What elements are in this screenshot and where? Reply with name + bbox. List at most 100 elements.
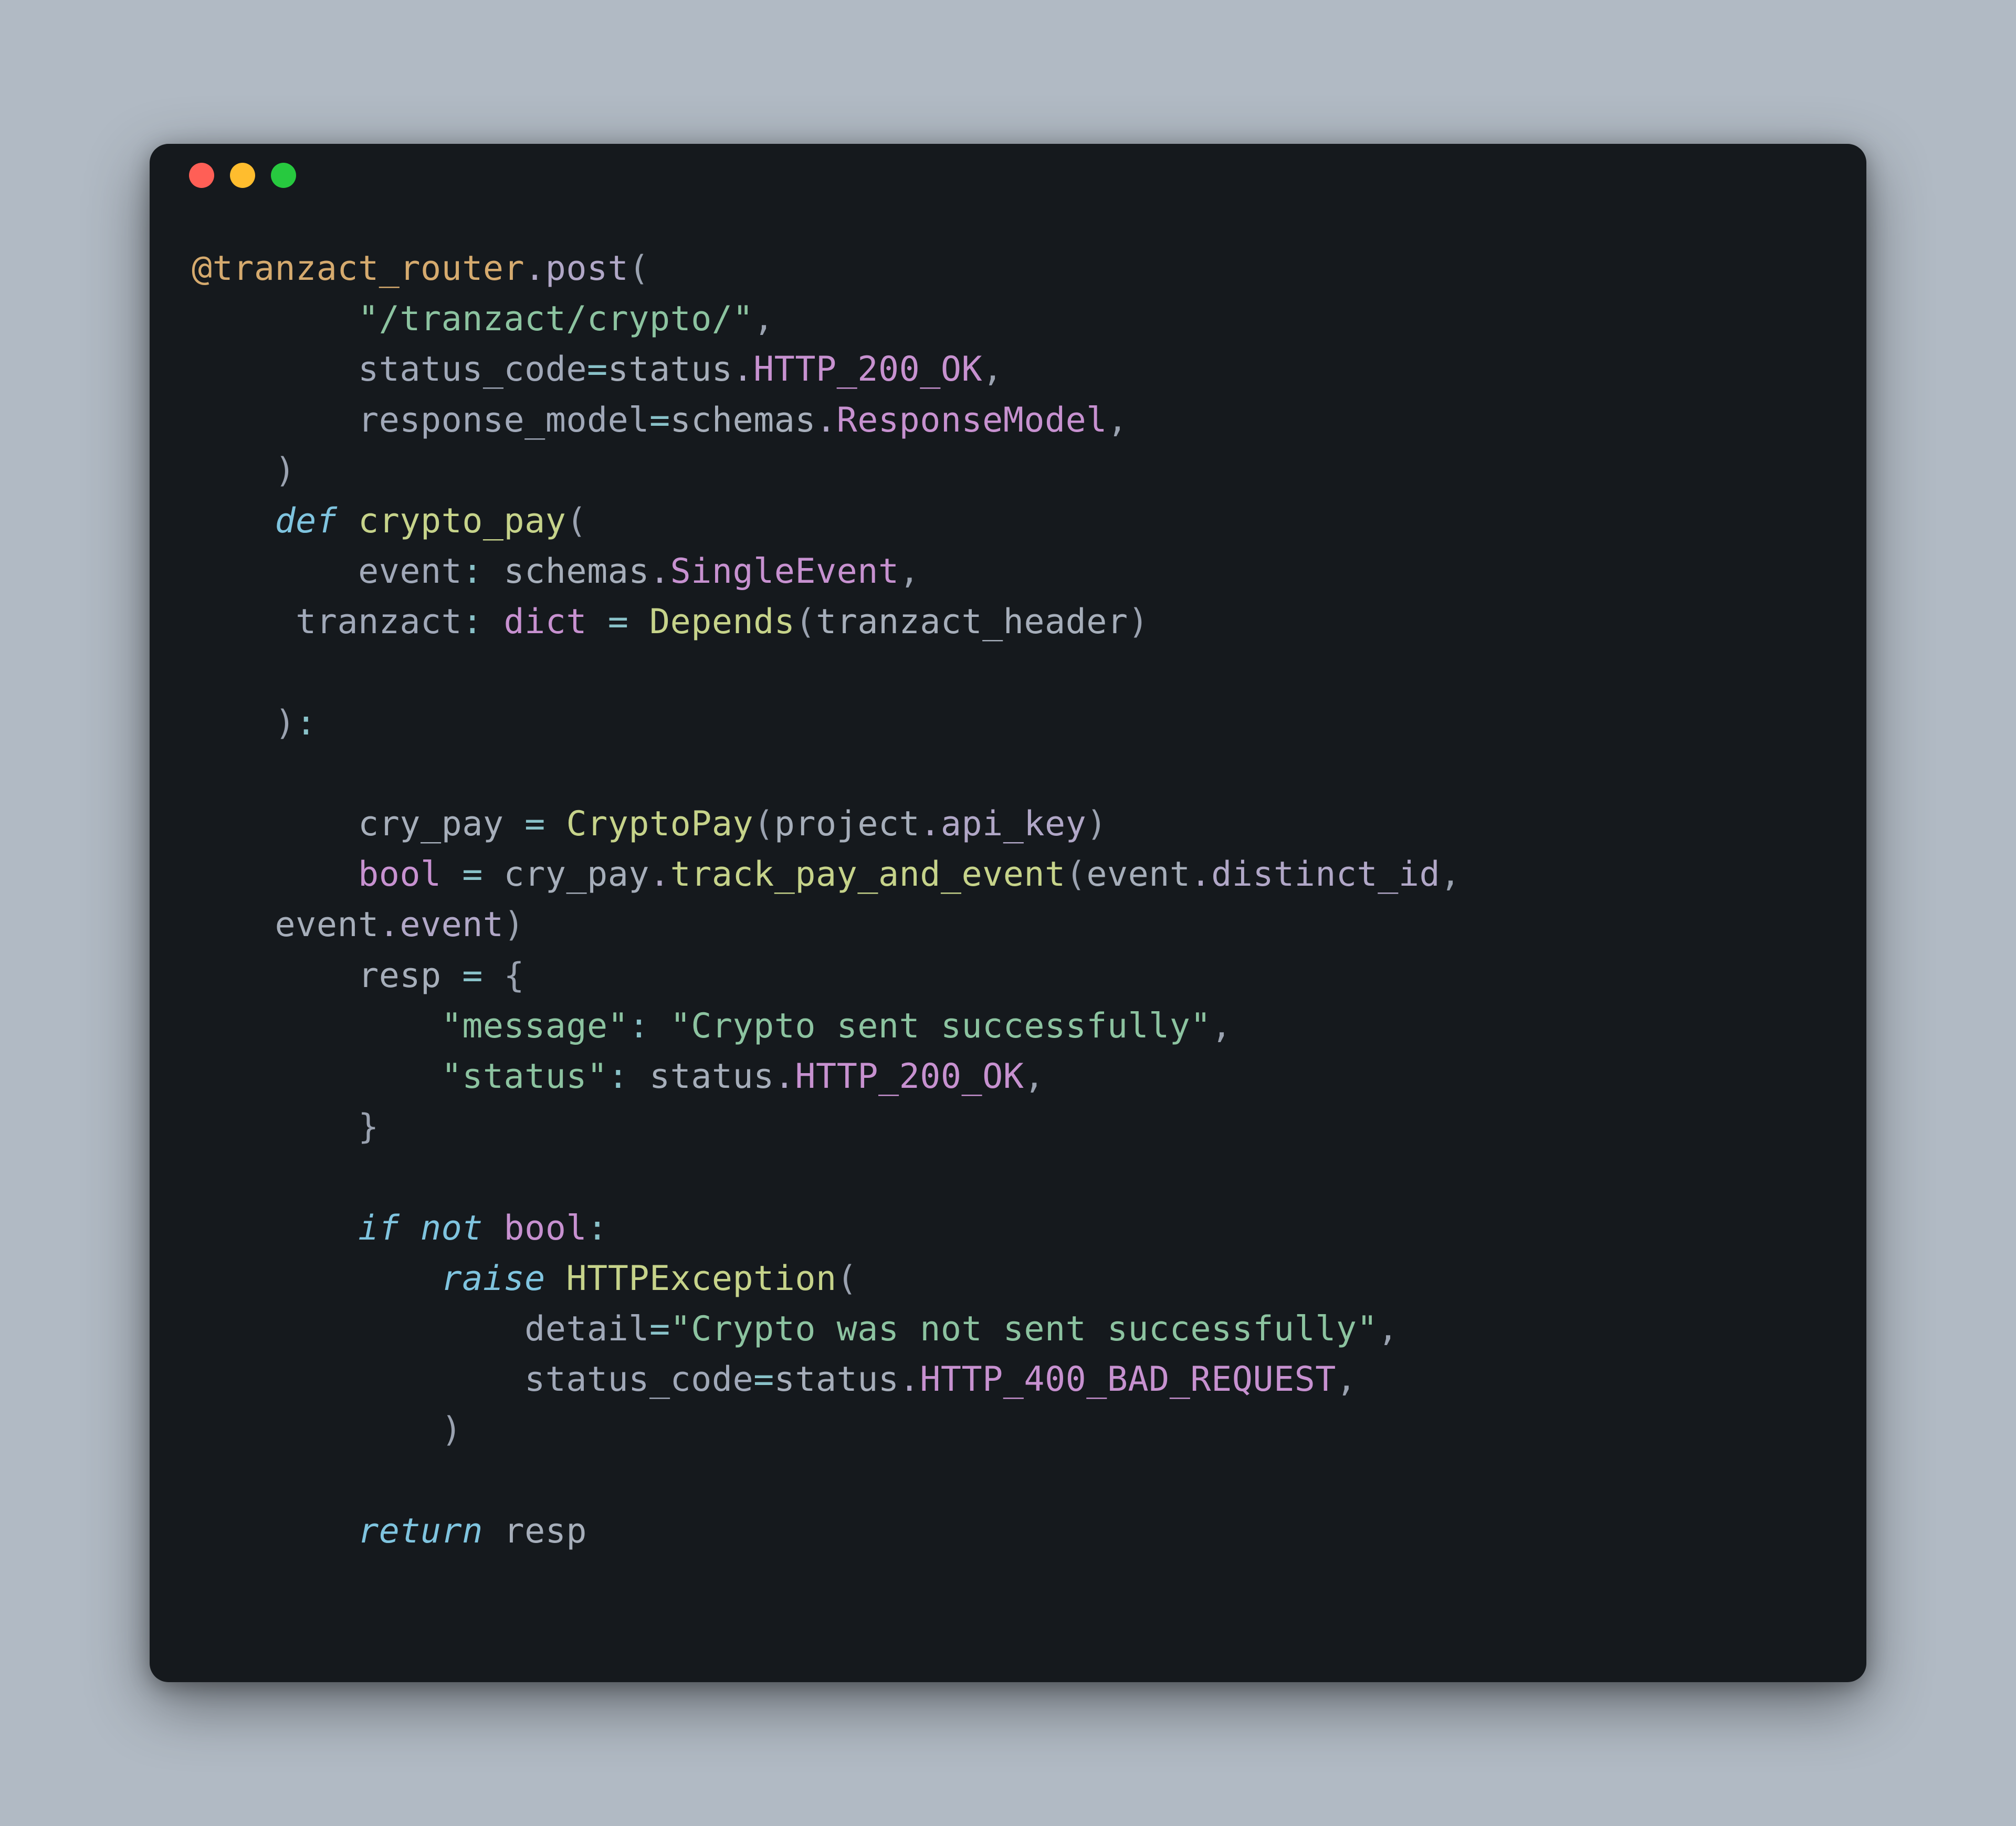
code-token: raise [442, 1259, 545, 1298]
code-token [192, 350, 358, 389]
code-token: , [1378, 1309, 1399, 1349]
code-token: Depends [649, 602, 795, 642]
code-token [483, 956, 504, 995]
code-token: = [587, 350, 608, 389]
code-token: . [524, 249, 545, 288]
code-token: = [524, 804, 545, 844]
code-token: { [504, 956, 525, 995]
code-token: @tranzact_router [192, 249, 524, 288]
code-token: ) [275, 451, 296, 490]
code-token: = [649, 401, 670, 440]
code-token: , [1211, 1006, 1232, 1046]
code-token [192, 1057, 442, 1096]
code-token: ( [628, 249, 649, 288]
minimize-icon[interactable] [230, 163, 255, 188]
code-token: event [275, 905, 379, 945]
code-token [587, 602, 608, 642]
code-token [192, 1006, 442, 1046]
code-token [192, 1512, 358, 1551]
code-token: , [1024, 1057, 1045, 1096]
code-token: . [649, 552, 670, 591]
code-token: resp [358, 956, 442, 995]
code-token [192, 501, 275, 541]
code-token: ) [504, 905, 525, 945]
code-token: = [462, 956, 483, 995]
code-token: . [774, 1057, 795, 1096]
code-token: : [608, 1057, 649, 1096]
code-token: HTTPException [566, 1259, 836, 1298]
code-token [192, 602, 296, 642]
code-token: response_model [358, 401, 649, 440]
close-icon[interactable] [189, 163, 214, 188]
code-token: status [649, 1057, 774, 1096]
code-token: cry_pay [358, 804, 503, 844]
code-token: not [421, 1209, 483, 1248]
code-token: . [920, 804, 941, 844]
code-token: tranzact_header [816, 602, 1128, 642]
code-token [192, 1309, 524, 1349]
code-token: ( [1066, 855, 1087, 894]
code-token: event [1086, 855, 1190, 894]
code-token: : [587, 1209, 608, 1248]
code-token: bool [504, 1209, 587, 1248]
code-token [192, 552, 358, 591]
code-token: cry_pay [504, 855, 649, 894]
code-token: SingleEvent [670, 552, 899, 591]
code-token: crypto_pay [358, 501, 566, 541]
code-token [192, 855, 358, 894]
code-token: = [649, 1309, 670, 1349]
code-token: , [1107, 401, 1128, 440]
code-window: @tranzact_router.post( "/tranzact/crypto… [150, 144, 1866, 1682]
code-token [442, 855, 463, 894]
code-token [483, 1512, 504, 1551]
code-token: : [462, 552, 503, 591]
code-token: status_code [524, 1360, 753, 1399]
code-token: dict [504, 602, 587, 642]
code-token [192, 905, 275, 945]
code-token: "message" [442, 1006, 629, 1046]
code-token: api_key [941, 804, 1086, 844]
code-token [192, 804, 358, 844]
code-token: , [1440, 855, 1482, 894]
code-token [545, 804, 566, 844]
code-token [545, 1259, 566, 1298]
code-token: tranzact [296, 602, 462, 642]
code-token: ) [275, 704, 296, 743]
code-token: ( [753, 804, 774, 844]
code-token: HTTP_200_OK [795, 1057, 1024, 1096]
code-token: track_pay_and_event [670, 855, 1066, 894]
code-token [192, 299, 358, 339]
code-token: if [358, 1209, 400, 1248]
code-token: = [608, 602, 629, 642]
code-token: event [358, 552, 462, 591]
code-token [192, 1360, 524, 1399]
maximize-icon[interactable] [271, 163, 296, 188]
code-token: bool [358, 855, 442, 894]
code-token: schemas [670, 401, 816, 440]
code-token: . [379, 905, 400, 945]
code-token: post [545, 249, 629, 288]
code-token: ) [1086, 804, 1107, 844]
code-token: distinct_id [1211, 855, 1440, 894]
code-token [192, 1209, 358, 1248]
code-token [192, 1259, 442, 1298]
code-token: : [296, 704, 317, 743]
code-token [192, 1107, 358, 1147]
code-token: . [733, 350, 754, 389]
code-token: project [774, 804, 920, 844]
code-token: . [649, 855, 670, 894]
code-token: def [275, 501, 338, 541]
code-token: , [1336, 1360, 1357, 1399]
code-token [192, 956, 358, 995]
code-token [483, 1209, 504, 1248]
code-token [192, 451, 275, 490]
code-token: "Crypto was not sent successfully" [670, 1309, 1378, 1349]
code-token: , [982, 350, 1003, 389]
code-token [483, 855, 504, 894]
code-token: CryptoPay [566, 804, 753, 844]
code-token: resp [504, 1512, 587, 1551]
code-token: : [462, 602, 503, 642]
code-token: schemas [504, 552, 649, 591]
code-token: return [358, 1512, 483, 1551]
code-token: = [462, 855, 483, 894]
